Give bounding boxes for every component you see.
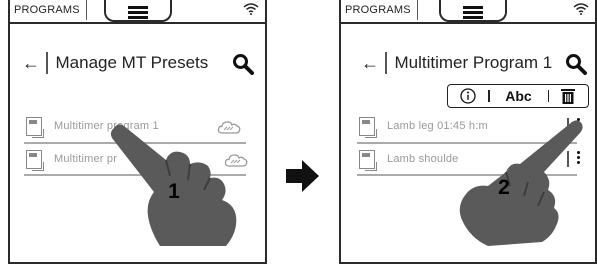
hamburger-icon: [128, 6, 148, 9]
item-action-toolbar: Abc: [447, 84, 589, 108]
hamburger-icon-bar: [128, 16, 148, 19]
search-icon[interactable]: [565, 53, 587, 75]
page-title: Manage MT Presets: [55, 53, 209, 72]
hamburger-icon-bar: [128, 11, 148, 14]
status-bar: PROGRAMS: [10, 0, 265, 24]
menu-button[interactable]: [104, 0, 172, 22]
page-title: Multitimer Program 1: [394, 53, 553, 72]
info-icon: [460, 88, 476, 104]
programs-tab[interactable]: PROGRAMS: [341, 0, 418, 20]
delete-button[interactable]: [549, 85, 587, 107]
hamburger-icon-bar: [463, 16, 483, 19]
hamburger-icon-bar: [463, 11, 483, 14]
pointing-hand-icon: 1: [110, 124, 237, 246]
status-bar: PROGRAMS: [341, 0, 595, 24]
page-header: ← Multitimer Program 1: [361, 48, 552, 78]
page-header: ← Manage MT Presets: [22, 48, 208, 78]
pointing-hand-icon: 2: [459, 120, 583, 246]
info-button[interactable]: [448, 85, 488, 107]
programs-tab[interactable]: PROGRAMS: [10, 0, 87, 20]
program-file-icon: [359, 149, 377, 171]
next-step-arrow-icon: [286, 160, 319, 192]
rename-button[interactable]: Abc: [490, 85, 548, 107]
wifi-icon: [573, 3, 589, 15]
menu-button[interactable]: [439, 0, 507, 22]
back-arrow-icon[interactable]: ←: [22, 53, 44, 74]
program-file-icon: [26, 149, 44, 171]
step-number: 2: [498, 176, 510, 199]
hamburger-icon: [463, 6, 483, 9]
rename-label: Abc: [505, 88, 532, 104]
step-number: 1: [168, 180, 180, 203]
back-arrow-icon[interactable]: ←: [361, 53, 383, 74]
header-divider: [385, 52, 387, 74]
header-divider: [46, 52, 48, 74]
program-file-icon: [359, 116, 377, 138]
list-item[interactable]: Lamb shoulde: [359, 147, 459, 171]
program-file-icon: [26, 116, 44, 138]
wifi-icon: [243, 3, 259, 15]
search-icon[interactable]: [232, 53, 254, 75]
trash-icon: [561, 89, 575, 104]
